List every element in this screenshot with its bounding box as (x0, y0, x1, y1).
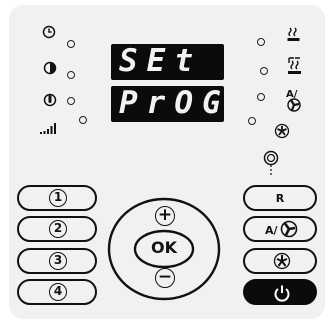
display-text-1: SEt (119, 43, 202, 79)
program-1-label: 1 (49, 189, 67, 207)
led-timer (67, 71, 75, 79)
display-line-2: PrOG (111, 86, 224, 122)
program-3-button[interactable]: 3 (17, 248, 97, 274)
power-button[interactable] (243, 279, 317, 305)
display-line-1: SEt (111, 44, 224, 80)
auto-fan-icon: A/ (286, 89, 301, 112)
thermometer-icon (43, 93, 57, 107)
led-temperature (67, 97, 75, 105)
led-fan (248, 117, 256, 125)
auto-fan-button[interactable]: A/ (243, 216, 317, 242)
signal-bars-icon (40, 123, 56, 134)
ok-button[interactable]: OK (136, 232, 192, 264)
minus-button[interactable]: − (136, 266, 192, 294)
heat-waves-icon (287, 27, 300, 41)
plus-button[interactable]: + (136, 204, 192, 232)
plus-label: + (155, 206, 175, 226)
led-programme (260, 67, 268, 75)
program-4-button[interactable]: 4 (17, 279, 97, 305)
display-text-2: PrOG (119, 85, 230, 121)
program-4-label: 4 (49, 283, 67, 301)
fan-button-icon (273, 252, 291, 270)
programme-heat-icon (288, 57, 301, 74)
led-auto-fan (257, 93, 265, 101)
program-3-label: 3 (49, 252, 67, 270)
led-heat (257, 38, 265, 46)
fan-icon (274, 123, 290, 139)
status-lamp-icon (263, 150, 279, 177)
svg-text:A/: A/ (265, 224, 279, 237)
power-icon (274, 285, 290, 302)
reset-button[interactable]: R (243, 185, 317, 211)
program-2-button[interactable]: 2 (17, 216, 97, 242)
led-clock (67, 40, 75, 48)
clock-icon (42, 25, 56, 39)
fan-speed-button[interactable] (243, 248, 317, 274)
program-2-label: 2 (49, 220, 67, 238)
led-power-level (79, 116, 87, 124)
pie-timer-icon (43, 61, 57, 75)
auto-fan-button-icon: A/ (265, 220, 298, 238)
svg-text:A/: A/ (286, 89, 298, 100)
reset-label: R (275, 192, 285, 205)
minus-label: − (155, 268, 175, 288)
control-panel: SEt PrOG A/ 1 2 3 4 + OK − R A/ (9, 5, 325, 319)
program-1-button[interactable]: 1 (17, 185, 97, 211)
